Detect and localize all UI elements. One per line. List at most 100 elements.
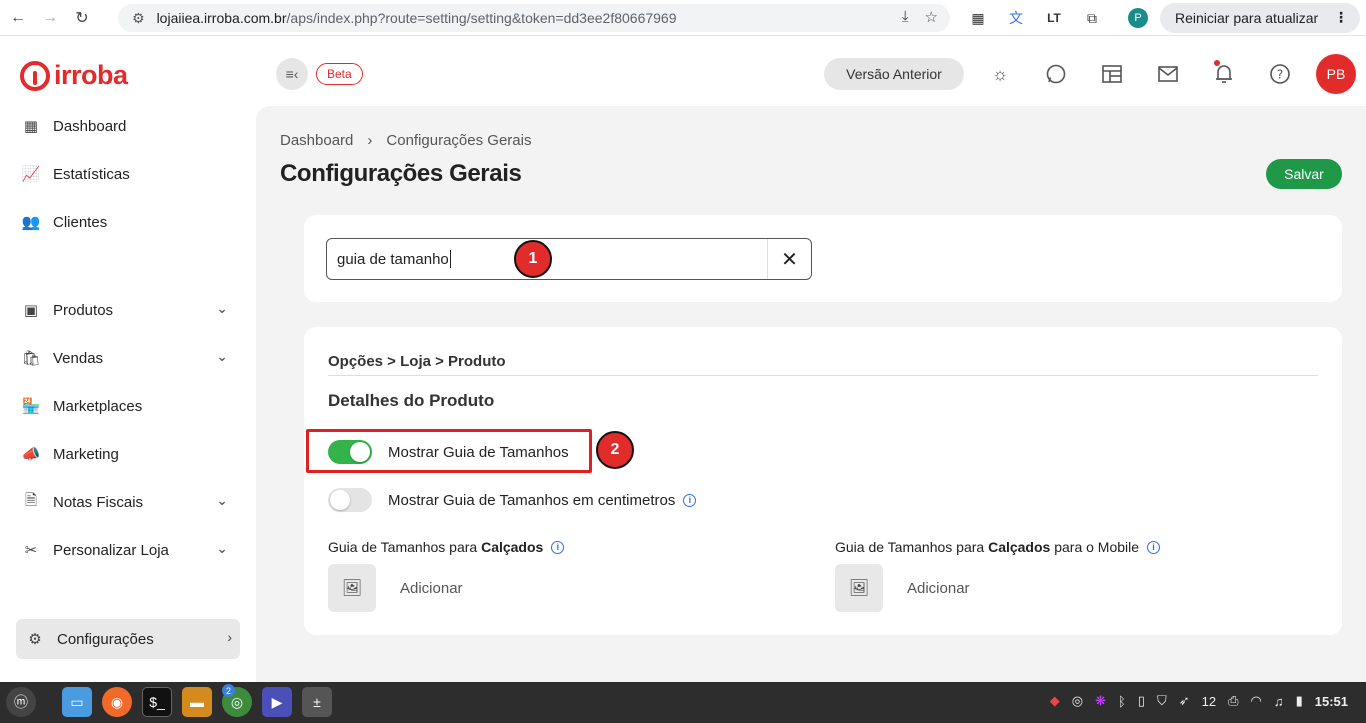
- sidebar-item-estatisticas[interactable]: 📈 Estatísticas: [20, 158, 236, 190]
- reload-icon[interactable]: ↻: [68, 4, 96, 32]
- translate-extension-icon[interactable]: 文: [1004, 6, 1028, 30]
- notification-dot: [1214, 60, 1220, 66]
- clock[interactable]: 15:51: [1315, 694, 1348, 709]
- sidebar-item-notas-fiscais[interactable]: 🗎 Notas Fiscais ⌄: [20, 486, 236, 518]
- site-info-icon[interactable]: ⚙: [132, 10, 145, 27]
- toggle-label: Mostrar Guia de Tamanhos em centimetros: [388, 491, 676, 509]
- dashboard-icon: ▦: [23, 118, 39, 135]
- install-icon[interactable]: ⤓: [902, 8, 909, 26]
- wifi-icon[interactable]: ◠: [1251, 693, 1262, 709]
- whatsapp-icon[interactable]: [1042, 60, 1070, 88]
- sidebar-item-label: Produtos: [53, 301, 114, 319]
- add-image-desktop-button[interactable]: 🖼: [328, 564, 376, 612]
- sidebar-item-dashboard[interactable]: ▦ Dashboard: [20, 110, 236, 142]
- chevron-down-icon: ⌄: [216, 540, 228, 556]
- sidebar-item-personalizar-loja[interactable]: ✂ Personalizar Loja ⌄: [20, 534, 236, 566]
- sidebar-item-label: Marketing: [53, 445, 119, 463]
- guide-mobile-label: Guia de Tamanhos para Calçados para o Mo…: [835, 539, 1161, 555]
- restart-to-update-button[interactable]: Reiniciar para atualizar ⋮: [1160, 3, 1360, 33]
- window-app-icon[interactable]: ▬: [182, 687, 212, 717]
- sidebar-item-label: Marketplaces: [53, 397, 143, 415]
- step-marker-1: 1: [514, 240, 552, 278]
- chevron-down-icon: ⌄: [216, 300, 228, 316]
- settings-search-input[interactable]: guia de tamanho ✕: [326, 238, 812, 280]
- section-path: Opções > Loja > Produto: [328, 353, 506, 370]
- brand-logo[interactable]: irroba: [20, 60, 128, 91]
- terminal-app-icon[interactable]: $_: [142, 687, 172, 717]
- chrome-tray-icon[interactable]: ◎: [1072, 693, 1083, 709]
- previous-version-button[interactable]: Versão Anterior: [824, 58, 964, 90]
- sidebar: ▦ Dashboard 📈 Estatísticas 👥 Clientes ▣ …: [0, 106, 256, 682]
- beta-badge[interactable]: Beta: [316, 63, 363, 85]
- info-icon[interactable]: i: [551, 540, 565, 554]
- battery-icon[interactable]: ▮: [1296, 693, 1303, 709]
- url-host: lojaiiea.irroba.com.br: [156, 10, 287, 26]
- address-bar[interactable]: ⚙ lojaiiea.irroba.com.br/aps/index.php?r…: [118, 4, 950, 32]
- flameshot-icon[interactable]: ❋: [1095, 693, 1106, 709]
- guide-label-prefix: Guia de Tamanhos para: [328, 539, 482, 555]
- sound-icon[interactable]: ♫: [1274, 694, 1284, 709]
- printer-icon[interactable]: ⎙: [1228, 693, 1238, 709]
- mail-icon[interactable]: [1154, 60, 1182, 88]
- highlight-box: [306, 429, 592, 473]
- extensions-icon[interactable]: ⧉: [1080, 6, 1104, 30]
- add-image-mobile-button[interactable]: 🖼: [835, 564, 883, 612]
- files-app-icon[interactable]: ▭: [62, 687, 92, 717]
- customize-icon: ✂: [24, 542, 38, 559]
- size-guide-cm-toggle[interactable]: [328, 488, 372, 512]
- svg-text:?: ?: [1277, 68, 1283, 82]
- theme-icon[interactable]: ☼: [986, 60, 1014, 88]
- qr-extension-icon[interactable]: ▦: [966, 6, 990, 30]
- image-icon: 🖼: [341, 580, 363, 597]
- sidebar-item-vendas[interactable]: 🛍 Vendas ⌄: [20, 342, 236, 374]
- calculator-app-icon[interactable]: ±: [302, 687, 332, 717]
- chevron-right-icon: ›: [227, 629, 232, 645]
- sidebar-item-configuracoes[interactable]: ⚙ Configurações ›: [16, 619, 240, 659]
- collapse-menu-icon: ≡‹: [285, 66, 299, 82]
- bluetooth-icon[interactable]: ᛒ: [1118, 694, 1126, 709]
- bookmark-star-icon[interactable]: ☆: [925, 8, 938, 26]
- info-icon[interactable]: i: [1147, 540, 1161, 554]
- page-title: Configurações Gerais: [280, 160, 522, 187]
- clear-search-icon[interactable]: ✕: [767, 239, 811, 279]
- restart-label: Reiniciar para atualizar: [1175, 10, 1319, 26]
- sidebar-item-marketing[interactable]: 📣 Marketing: [20, 438, 236, 470]
- save-button[interactable]: Salvar: [1266, 159, 1342, 189]
- collapse-sidebar-button[interactable]: ≡‹: [276, 58, 308, 90]
- sidebar-item-produtos[interactable]: ▣ Produtos ⌄: [20, 294, 236, 326]
- shield-icon[interactable]: ⛉: [1157, 693, 1167, 709]
- sidebar-item-marketplaces[interactable]: 🏪 Marketplaces: [20, 390, 236, 422]
- guide-label-prefix: Guia de Tamanhos para: [835, 539, 989, 555]
- search-value: guia de tamanho: [337, 250, 449, 268]
- logo-text: irroba: [54, 60, 128, 90]
- browser-profile-avatar[interactable]: P: [1128, 8, 1148, 28]
- browser-menu-icon[interactable]: ⋮: [1334, 9, 1348, 26]
- anydesk-icon[interactable]: ◆: [1050, 693, 1060, 709]
- forward-icon[interactable]: →: [36, 4, 64, 32]
- section-title: Detalhes do Produto: [328, 391, 495, 410]
- sidebar-item-label: Clientes: [53, 213, 108, 231]
- back-icon[interactable]: ←: [4, 4, 32, 32]
- add-label[interactable]: Adicionar: [907, 580, 970, 597]
- main-content: Dashboard › Configurações Gerais Configu…: [256, 106, 1366, 682]
- sales-icon: 🛍: [21, 350, 41, 367]
- user-avatar[interactable]: PB: [1316, 54, 1356, 94]
- mint-menu-icon[interactable]: ⓜ: [6, 687, 36, 717]
- add-label[interactable]: Adicionar: [400, 580, 463, 597]
- breadcrumb-current: Configurações Gerais: [386, 132, 532, 149]
- breadcrumb-dashboard[interactable]: Dashboard: [280, 132, 353, 149]
- sidebar-item-label: Vendas: [53, 349, 104, 367]
- updates-icon[interactable]: ➶: [1179, 693, 1190, 709]
- firefox-app-icon[interactable]: ◉: [102, 687, 132, 717]
- breadcrumb: Dashboard › Configurações Gerais: [280, 132, 531, 149]
- clipboard-icon[interactable]: ▯: [1138, 693, 1145, 709]
- layout-icon[interactable]: [1098, 60, 1126, 88]
- sidebar-item-clientes[interactable]: 👥 Clientes: [20, 206, 236, 238]
- lt-extension-icon[interactable]: LT: [1042, 6, 1066, 30]
- help-icon[interactable]: ?: [1266, 60, 1294, 88]
- clients-icon: 👥: [21, 214, 41, 231]
- info-icon[interactable]: i: [683, 493, 697, 507]
- media-player-app-icon[interactable]: ▶: [262, 687, 292, 717]
- url-path: /aps/index.php?route=setting/setting&tok…: [286, 10, 677, 26]
- logo-mark-icon: [20, 60, 50, 91]
